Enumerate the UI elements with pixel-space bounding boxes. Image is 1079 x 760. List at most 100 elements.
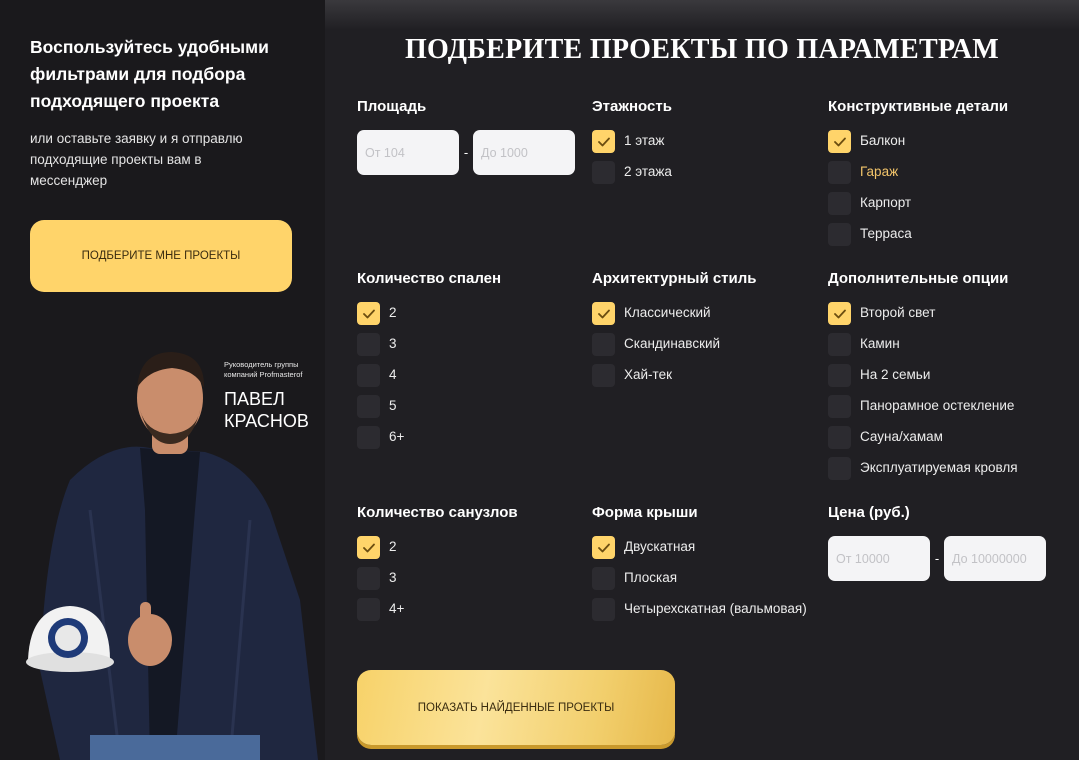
- checkbox[interactable]: [592, 130, 615, 153]
- extra-options: Второй свет Камин На 2 семьи Панорамное ост…: [828, 302, 1058, 480]
- option-label: Двускатная: [624, 539, 696, 554]
- checkbox[interactable]: [828, 333, 851, 356]
- area-range: -: [357, 130, 587, 175]
- option-label: 3: [389, 570, 397, 585]
- filter-option[interactable]: Двускатная: [592, 536, 822, 559]
- filter-option[interactable]: Терраса: [828, 223, 1058, 246]
- price-from-input[interactable]: [828, 536, 930, 581]
- range-dash: -: [463, 145, 469, 160]
- option-label: 4: [389, 367, 397, 382]
- filter-option[interactable]: Эксплуатируемая кровля: [828, 457, 1058, 480]
- filter-option[interactable]: Сауна/хамам: [828, 426, 1058, 449]
- roof-filter: Форма крыши Двускатная Плоская Четырехскат…: [592, 504, 822, 629]
- bathrooms-title: Количество санузлов: [357, 504, 518, 521]
- checkbox[interactable]: [357, 536, 380, 559]
- filter-option[interactable]: Балкон: [828, 130, 1058, 153]
- filter-option[interactable]: 2 этажа: [592, 161, 822, 184]
- filter-option[interactable]: Плоская: [592, 567, 822, 590]
- extra-title: Дополнительные опции: [828, 270, 1009, 287]
- check-icon: [833, 137, 846, 146]
- checkbox[interactable]: [357, 333, 380, 356]
- checkbox[interactable]: [592, 364, 615, 387]
- checkbox[interactable]: [592, 161, 615, 184]
- option-label: Плоская: [624, 570, 678, 585]
- option-label: Камин: [860, 336, 900, 351]
- checkbox[interactable]: [828, 161, 851, 184]
- filter-option[interactable]: 6+: [357, 426, 587, 449]
- option-label: 3: [389, 336, 397, 351]
- left-title: Воспользуйтесь удобными фильтрами для по…: [30, 37, 269, 111]
- option-label: Хай-тек: [624, 367, 672, 382]
- option-label: 4+: [389, 601, 405, 616]
- option-label: Панорамное остекление: [860, 398, 1015, 413]
- floors-options: 1 этаж 2 этажа: [592, 130, 822, 184]
- option-label: Терраса: [860, 226, 912, 241]
- checkbox[interactable]: [592, 567, 615, 590]
- filter-option[interactable]: 2: [357, 302, 587, 325]
- option-label: Четырехскатная (вальмовая): [624, 601, 807, 616]
- option-label: 2: [389, 305, 397, 320]
- bedrooms-options: 2 3 4 5 6+: [357, 302, 587, 449]
- checkbox[interactable]: [592, 333, 615, 356]
- checkbox[interactable]: [828, 302, 851, 325]
- filter-option[interactable]: На 2 семьи: [828, 364, 1058, 387]
- price-to-input[interactable]: [944, 536, 1046, 581]
- filter-option[interactable]: Классический: [592, 302, 822, 325]
- option-label: Сауна/хамам: [860, 429, 943, 444]
- style-title: Архитектурный стиль: [592, 270, 757, 287]
- checkbox[interactable]: [357, 395, 380, 418]
- area-filter: Площадь -: [357, 98, 587, 175]
- price-range: -: [828, 536, 1058, 581]
- checkbox[interactable]: [828, 130, 851, 153]
- filter-option[interactable]: Скандинавский: [592, 333, 822, 356]
- option-label: Карпорт: [860, 195, 912, 210]
- filter-option[interactable]: 3: [357, 333, 587, 356]
- checkbox[interactable]: [828, 223, 851, 246]
- extra-filter: Дополнительные опции Второй свет Камин На …: [828, 270, 1058, 488]
- filter-option[interactable]: 2: [357, 536, 587, 559]
- show-projects-button[interactable]: ПОКАЗАТЬ НАЙДЕННЫЕ ПРОЕКТЫ: [357, 670, 675, 745]
- checkbox[interactable]: [592, 302, 615, 325]
- left-subtitle: или оставьте заявку и я отправлю подходя…: [30, 131, 243, 188]
- filter-option[interactable]: Гараж: [828, 161, 1058, 184]
- area-title: Площадь: [357, 98, 427, 115]
- option-label: На 2 семьи: [860, 367, 931, 382]
- filter-option[interactable]: 4: [357, 364, 587, 387]
- area-from-input[interactable]: [357, 130, 459, 175]
- pick-projects-button[interactable]: ПОДБЕРИТЕ МНЕ ПРОЕКТЫ: [30, 220, 292, 292]
- check-icon: [597, 309, 610, 318]
- checkbox[interactable]: [592, 598, 615, 621]
- filter-option[interactable]: 1 этаж: [592, 130, 822, 153]
- floors-filter: Этажность 1 этаж 2 этажа: [592, 98, 822, 192]
- filter-option[interactable]: 5: [357, 395, 587, 418]
- filter-option[interactable]: Камин: [828, 333, 1058, 356]
- filter-option[interactable]: Карпорт: [828, 192, 1058, 215]
- check-icon: [597, 137, 610, 146]
- filter-option[interactable]: Панорамное остекление: [828, 395, 1058, 418]
- option-label: Второй свет: [860, 305, 936, 320]
- manager-name: ПАВЕЛ КРАСНОВ: [224, 388, 309, 432]
- option-label: Балкон: [860, 133, 906, 148]
- filter-option[interactable]: 4+: [357, 598, 587, 621]
- filter-option[interactable]: Второй свет: [828, 302, 1058, 325]
- checkbox[interactable]: [357, 567, 380, 590]
- checkbox[interactable]: [592, 536, 615, 559]
- checkbox[interactable]: [357, 364, 380, 387]
- details-title: Конструктивные детали: [828, 98, 1009, 115]
- filter-option[interactable]: 3: [357, 567, 587, 590]
- checkbox[interactable]: [828, 364, 851, 387]
- filter-option[interactable]: Хай-тек: [592, 364, 822, 387]
- filter-option[interactable]: Четырехскатная (вальмовая): [592, 598, 822, 621]
- check-icon: [833, 309, 846, 318]
- checkbox[interactable]: [357, 426, 380, 449]
- checkbox[interactable]: [828, 457, 851, 480]
- area-to-input[interactable]: [473, 130, 575, 175]
- option-label: 2: [389, 539, 397, 554]
- page-title: ПОДБЕРИТЕ ПРОЕКТЫ ПО ПАРАМЕТРАМ: [404, 34, 1000, 65]
- checkbox[interactable]: [357, 302, 380, 325]
- checkbox[interactable]: [828, 192, 851, 215]
- checkbox[interactable]: [828, 426, 851, 449]
- checkbox[interactable]: [357, 598, 380, 621]
- checkbox[interactable]: [828, 395, 851, 418]
- style-options: Классический Скандинавский Хай-тек: [592, 302, 822, 387]
